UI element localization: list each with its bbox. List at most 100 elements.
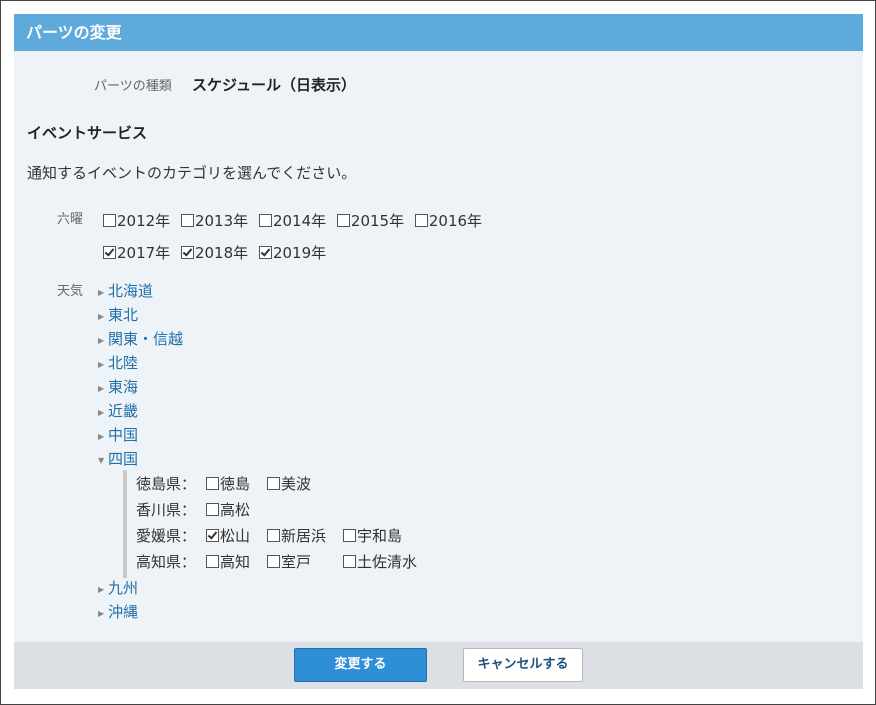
checkbox-box[interactable] bbox=[336, 214, 350, 227]
region-link[interactable]: 北海道 bbox=[108, 282, 153, 300]
region-link[interactable]: 四国 bbox=[108, 450, 138, 468]
prefecture-label: 高知県： bbox=[136, 553, 197, 571]
region-hokuriku[interactable]: ▶ 北陸 bbox=[98, 351, 183, 375]
city-checkbox[interactable]: 宇和島 bbox=[343, 525, 402, 546]
rokuyo-checkbox[interactable]: 2018年 bbox=[180, 242, 249, 263]
city-checkbox[interactable]: 徳島 bbox=[206, 473, 250, 494]
parts-type-label: パーツの種類 bbox=[94, 79, 172, 94]
collapse-arrow-icon: ▼ bbox=[98, 456, 105, 465]
prefecture-row-kochi: 高知県： 高知 室戸 土佐清水 bbox=[136, 551, 417, 572]
rokuyo-row-1: 2012年 2013年 2014年 2015年 2016年 bbox=[103, 210, 488, 231]
expand-arrow-icon: ▶ bbox=[98, 336, 105, 345]
checkbox-label: 2018年 bbox=[194, 244, 249, 262]
checkbox-label: 新居浜 bbox=[281, 527, 327, 545]
shikoku-options-panel: 徳島県： 徳島 美波 香川県： 高松 愛媛県： 松山 新居浜 宇和島 高知県： … bbox=[123, 470, 443, 578]
checkbox-label: 土佐清水 bbox=[357, 553, 418, 571]
region-link[interactable]: 中国 bbox=[108, 426, 138, 444]
checkbox-box[interactable] bbox=[103, 214, 116, 227]
checkbox-label: 2015年 bbox=[350, 212, 405, 230]
region-link[interactable]: 関東・信越 bbox=[108, 330, 183, 348]
checkbox-label: 室戸 bbox=[281, 553, 312, 571]
cancel-button[interactable]: キャンセルする bbox=[463, 648, 583, 682]
prefecture-label: 香川県： bbox=[136, 501, 197, 519]
checkbox-label: 高松 bbox=[220, 501, 251, 519]
checkbox-box[interactable] bbox=[206, 529, 219, 542]
checkbox-box[interactable] bbox=[343, 529, 356, 542]
checkbox-box[interactable] bbox=[103, 246, 116, 259]
parts-type-value: スケジュール（日表示） bbox=[192, 76, 356, 94]
checkbox-label: 徳島 bbox=[220, 475, 251, 493]
checkbox-box[interactable] bbox=[180, 246, 194, 259]
checkbox-box[interactable] bbox=[414, 214, 428, 227]
checkbox-box[interactable] bbox=[267, 555, 280, 568]
checkbox-box[interactable] bbox=[343, 555, 356, 568]
checkbox-box[interactable] bbox=[267, 529, 280, 542]
rokuyo-checkbox[interactable]: 2016年 bbox=[414, 210, 483, 231]
prefecture-row-kagawa: 香川県： 高松 bbox=[136, 499, 250, 520]
region-kyushu[interactable]: ▶ 九州 bbox=[98, 576, 138, 600]
checkbox-box[interactable] bbox=[258, 214, 272, 227]
region-chugoku[interactable]: ▶ 中国 bbox=[98, 423, 183, 447]
rokuyo-row-2: 2017年 2018年 2019年 bbox=[103, 242, 332, 263]
region-link[interactable]: 東海 bbox=[108, 378, 138, 396]
expand-arrow-icon: ▶ bbox=[98, 360, 105, 369]
region-hokkaido[interactable]: ▶ 北海道 bbox=[98, 279, 183, 303]
checkbox-label: 2019年 bbox=[272, 244, 327, 262]
expand-arrow-icon: ▶ bbox=[98, 384, 105, 393]
city-checkbox[interactable]: 高知 bbox=[206, 551, 250, 572]
region-tokai[interactable]: ▶ 東海 bbox=[98, 375, 183, 399]
checkbox-label: 高知 bbox=[220, 553, 251, 571]
checkbox-label: 2016年 bbox=[428, 212, 483, 230]
region-tohoku[interactable]: ▶ 東北 bbox=[98, 303, 183, 327]
region-link[interactable]: 北陸 bbox=[108, 354, 138, 372]
city-checkbox[interactable]: 土佐清水 bbox=[343, 551, 417, 572]
rokuyo-checkbox[interactable]: 2017年 bbox=[103, 242, 170, 263]
checkbox-box[interactable] bbox=[206, 477, 219, 490]
checkbox-label: 2014年 bbox=[272, 212, 327, 230]
prefecture-label: 徳島県： bbox=[136, 475, 197, 493]
region-shikoku[interactable]: ▼ 四国 bbox=[98, 447, 183, 471]
region-list: ▶ 北海道 ▶ 東北 ▶ 関東・信越 ▶ 北陸 ▶ 東海 ▶ 近畿 ▶ 中国 ▼ 四国 bbox=[98, 279, 183, 471]
expand-arrow-icon: ▶ bbox=[98, 432, 105, 441]
checkbox-box[interactable] bbox=[267, 477, 280, 490]
city-checkbox[interactable]: 室戸 bbox=[267, 551, 311, 572]
dialog-title: パーツの変更 bbox=[14, 14, 863, 51]
expand-arrow-icon: ▶ bbox=[98, 408, 105, 417]
checkbox-label: 2012年 bbox=[117, 212, 171, 230]
city-checkbox[interactable]: 高松 bbox=[206, 499, 250, 520]
expand-arrow-icon: ▶ bbox=[98, 609, 105, 618]
region-link[interactable]: 近畿 bbox=[108, 402, 138, 420]
rokuyo-checkbox[interactable]: 2015年 bbox=[336, 210, 405, 231]
region-okinawa[interactable]: ▶ 沖縄 bbox=[98, 600, 138, 624]
checkbox-box[interactable] bbox=[180, 214, 194, 227]
prefecture-label: 愛媛県： bbox=[136, 527, 197, 545]
region-link[interactable]: 東北 bbox=[108, 306, 138, 324]
expand-arrow-icon: ▶ bbox=[98, 312, 105, 321]
region-link[interactable]: 沖縄 bbox=[108, 603, 138, 621]
region-link[interactable]: 九州 bbox=[108, 579, 138, 597]
city-checkbox[interactable]: 新居浜 bbox=[267, 525, 326, 546]
checkbox-box[interactable] bbox=[206, 555, 219, 568]
rokuyo-checkbox[interactable]: 2019年 bbox=[258, 242, 327, 263]
region-kinki[interactable]: ▶ 近畿 bbox=[98, 399, 183, 423]
checkbox-label: 2013年 bbox=[194, 212, 249, 230]
save-button[interactable]: 変更する bbox=[294, 648, 427, 682]
prefecture-row-ehime: 愛媛県： 松山 新居浜 宇和島 bbox=[136, 525, 402, 546]
city-checkbox[interactable]: 美波 bbox=[267, 473, 311, 494]
checkbox-box[interactable] bbox=[258, 246, 272, 259]
rokuyo-checkbox[interactable]: 2012年 bbox=[103, 210, 170, 231]
rokuyo-checkbox[interactable]: 2013年 bbox=[180, 210, 249, 231]
checkbox-label: 宇和島 bbox=[357, 527, 403, 545]
expand-arrow-icon: ▶ bbox=[98, 288, 105, 297]
city-checkbox[interactable]: 松山 bbox=[206, 525, 250, 546]
checkbox-label: 美波 bbox=[281, 475, 312, 493]
region-list-continued: ▶ 九州 ▶ 沖縄 bbox=[98, 576, 138, 624]
expand-arrow-icon: ▶ bbox=[98, 585, 105, 594]
checkbox-label: 2017年 bbox=[117, 244, 171, 262]
checkbox-box[interactable] bbox=[206, 503, 219, 516]
rokuyo-checkbox[interactable]: 2014年 bbox=[258, 210, 327, 231]
checkbox-label: 松山 bbox=[220, 527, 251, 545]
region-kanto-shinetsu[interactable]: ▶ 関東・信越 bbox=[98, 327, 183, 351]
prefecture-row-tokushima: 徳島県： 徳島 美波 bbox=[136, 473, 311, 494]
dialog-footer: 変更する キャンセルする bbox=[14, 642, 863, 689]
